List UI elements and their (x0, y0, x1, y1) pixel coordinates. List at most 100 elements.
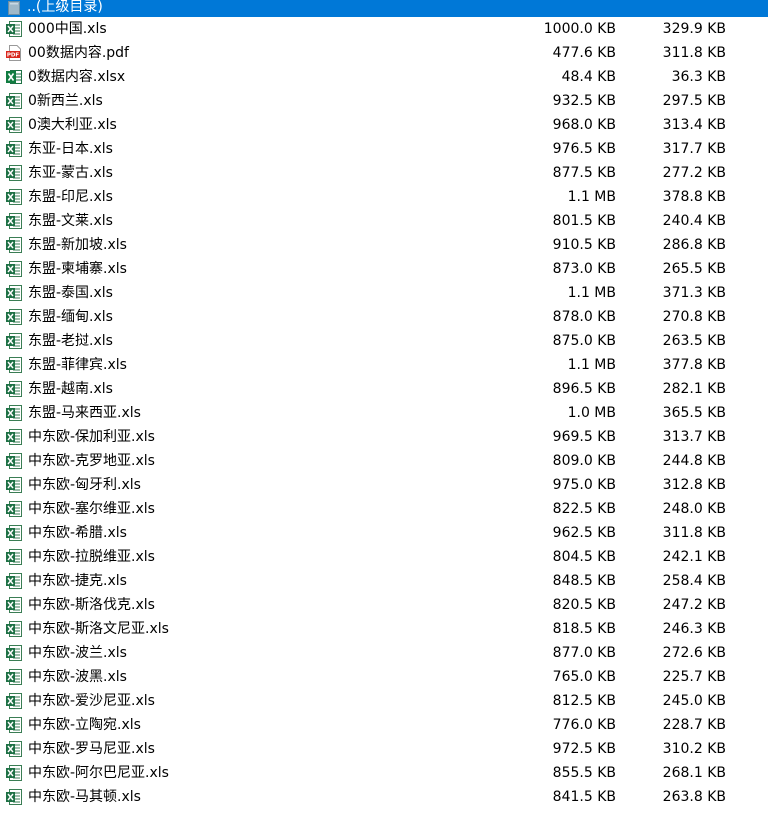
file-row[interactable]: 东盟-越南.xls 896.5 KB 282.1 KB (0, 377, 768, 401)
file-name: 中东欧-拉脱维亚.xls (28, 549, 155, 565)
file-name: 中东欧-罗马尼亚.xls (28, 741, 155, 757)
xls-file-icon (6, 597, 22, 613)
xls-file-icon (6, 405, 22, 421)
file-list: ..(上级目录) 000中国.xls 1000.0 KB 329.9 KB PDF … (0, 0, 768, 809)
file-size: 855.5 KB (552, 765, 616, 781)
file-packed-size: 313.4 KB (662, 117, 726, 133)
file-row[interactable]: 0澳大利亚.xls 968.0 KB 313.4 KB (0, 113, 768, 137)
file-size: 1.1 MB (567, 285, 616, 301)
file-name: 东盟-老挝.xls (28, 333, 113, 349)
file-name: 中东欧-匈牙利.xls (28, 477, 141, 493)
file-size: 1.0 MB (567, 405, 616, 421)
file-row[interactable]: 中东欧-罗马尼亚.xls 972.5 KB 310.2 KB (0, 737, 768, 761)
file-name: 东盟-文莱.xls (28, 213, 113, 229)
file-row[interactable]: 0数据内容.xlsx 48.4 KB 36.3 KB (0, 65, 768, 89)
xls-file-icon (6, 669, 22, 685)
xls-file-icon (6, 261, 22, 277)
svg-text:PDF: PDF (7, 53, 20, 59)
file-name: 0新西兰.xls (28, 93, 103, 109)
file-packed-size: 371.3 KB (662, 285, 726, 301)
file-row[interactable]: 东盟-老挝.xls 875.0 KB 263.5 KB (0, 329, 768, 353)
file-packed-size: 265.5 KB (662, 261, 726, 277)
file-packed-size: 225.7 KB (662, 669, 726, 685)
file-size: 972.5 KB (552, 741, 616, 757)
file-size: 1000.0 KB (543, 21, 616, 37)
xlsx-file-icon (6, 69, 22, 85)
file-row[interactable]: 中东欧-阿尔巴尼亚.xls 855.5 KB 268.1 KB (0, 761, 768, 785)
file-row[interactable]: 中东欧-波兰.xls 877.0 KB 272.6 KB (0, 641, 768, 665)
file-size: 822.5 KB (552, 501, 616, 517)
file-packed-size: 313.7 KB (662, 429, 726, 445)
file-row[interactable]: 中东欧-斯洛文尼亚.xls 818.5 KB 246.3 KB (0, 617, 768, 641)
file-row[interactable]: 中东欧-马其顿.xls 841.5 KB 263.8 KB (0, 785, 768, 809)
file-row[interactable]: 中东欧-波黑.xls 765.0 KB 225.7 KB (0, 665, 768, 689)
file-row[interactable]: 中东欧-匈牙利.xls 975.0 KB 312.8 KB (0, 473, 768, 497)
file-packed-size: 246.3 KB (662, 621, 726, 637)
parent-directory-row[interactable]: ..(上级目录) (0, 0, 768, 17)
xls-file-icon (6, 141, 22, 157)
file-size: 969.5 KB (552, 429, 616, 445)
xls-file-icon (6, 789, 22, 805)
file-packed-size: 272.6 KB (662, 645, 726, 661)
file-packed-size: 240.4 KB (662, 213, 726, 229)
file-row[interactable]: 东盟-新加坡.xls 910.5 KB 286.8 KB (0, 233, 768, 257)
xls-file-icon (6, 573, 22, 589)
file-size: 765.0 KB (552, 669, 616, 685)
file-name: 0澳大利亚.xls (28, 117, 117, 133)
file-size: 877.0 KB (552, 645, 616, 661)
file-packed-size: 312.8 KB (662, 477, 726, 493)
file-row[interactable]: 东盟-文莱.xls 801.5 KB 240.4 KB (0, 209, 768, 233)
file-packed-size: 244.8 KB (662, 453, 726, 469)
file-name: 中东欧-捷克.xls (28, 573, 127, 589)
file-row[interactable]: 中东欧-保加利亚.xls 969.5 KB 313.7 KB (0, 425, 768, 449)
file-packed-size: 270.8 KB (662, 309, 726, 325)
file-size: 818.5 KB (552, 621, 616, 637)
file-row[interactable]: 东盟-马来西亚.xls 1.0 MB 365.5 KB (0, 401, 768, 425)
file-name: 东盟-马来西亚.xls (28, 405, 141, 421)
file-packed-size: 245.0 KB (662, 693, 726, 709)
file-row[interactable]: 中东欧-斯洛伐克.xls 820.5 KB 247.2 KB (0, 593, 768, 617)
file-row[interactable]: PDF 00数据内容.pdf 477.6 KB 311.8 KB (0, 41, 768, 65)
xls-file-icon (6, 765, 22, 781)
file-row[interactable]: 中东欧-立陶宛.xls 776.0 KB 228.7 KB (0, 713, 768, 737)
file-row[interactable]: 东亚-蒙古.xls 877.5 KB 277.2 KB (0, 161, 768, 185)
file-name: 东盟-缅甸.xls (28, 309, 113, 325)
pdf-file-icon: PDF (6, 45, 22, 61)
file-row[interactable]: 中东欧-拉脱维亚.xls 804.5 KB 242.1 KB (0, 545, 768, 569)
file-packed-size: 365.5 KB (662, 405, 726, 421)
file-packed-size: 286.8 KB (662, 237, 726, 253)
file-row[interactable]: 中东欧-塞尔维亚.xls 822.5 KB 248.0 KB (0, 497, 768, 521)
xls-file-icon (6, 741, 22, 757)
file-name: 中东欧-阿尔巴尼亚.xls (28, 765, 169, 781)
file-row[interactable]: 000中国.xls 1000.0 KB 329.9 KB (0, 17, 768, 41)
xls-file-icon (6, 453, 22, 469)
file-row[interactable]: 东亚-日本.xls 976.5 KB 317.7 KB (0, 137, 768, 161)
file-size: 962.5 KB (552, 525, 616, 541)
file-packed-size: 311.8 KB (662, 525, 726, 541)
file-packed-size: 263.5 KB (662, 333, 726, 349)
file-row[interactable]: 东盟-泰国.xls 1.1 MB 371.3 KB (0, 281, 768, 305)
file-name: 中东欧-斯洛伐克.xls (28, 597, 155, 613)
file-size: 801.5 KB (552, 213, 616, 229)
file-row[interactable]: 东盟-印尼.xls 1.1 MB 378.8 KB (0, 185, 768, 209)
file-size: 875.0 KB (552, 333, 616, 349)
xls-file-icon (6, 477, 22, 493)
file-packed-size: 36.3 KB (671, 69, 726, 85)
file-row[interactable]: 东盟-缅甸.xls 878.0 KB 270.8 KB (0, 305, 768, 329)
file-size: 910.5 KB (552, 237, 616, 253)
file-row[interactable]: 东盟-柬埔寨.xls 873.0 KB 265.5 KB (0, 257, 768, 281)
file-packed-size: 310.2 KB (662, 741, 726, 757)
file-name: 0数据内容.xlsx (28, 69, 126, 85)
file-row[interactable]: 中东欧-爱沙尼亚.xls 812.5 KB 245.0 KB (0, 689, 768, 713)
file-packed-size: 247.2 KB (662, 597, 726, 613)
file-name: 00数据内容.pdf (28, 45, 129, 61)
file-row[interactable]: 0新西兰.xls 932.5 KB 297.5 KB (0, 89, 768, 113)
xls-file-icon (6, 117, 22, 133)
file-row[interactable]: 中东欧-克罗地亚.xls 809.0 KB 244.8 KB (0, 449, 768, 473)
file-size: 841.5 KB (552, 789, 616, 805)
file-packed-size: 378.8 KB (662, 189, 726, 205)
file-row[interactable]: 中东欧-捷克.xls 848.5 KB 258.4 KB (0, 569, 768, 593)
file-row[interactable]: 中东欧-希腊.xls 962.5 KB 311.8 KB (0, 521, 768, 545)
file-row[interactable]: 东盟-菲律宾.xls 1.1 MB 377.8 KB (0, 353, 768, 377)
file-packed-size: 248.0 KB (662, 501, 726, 517)
